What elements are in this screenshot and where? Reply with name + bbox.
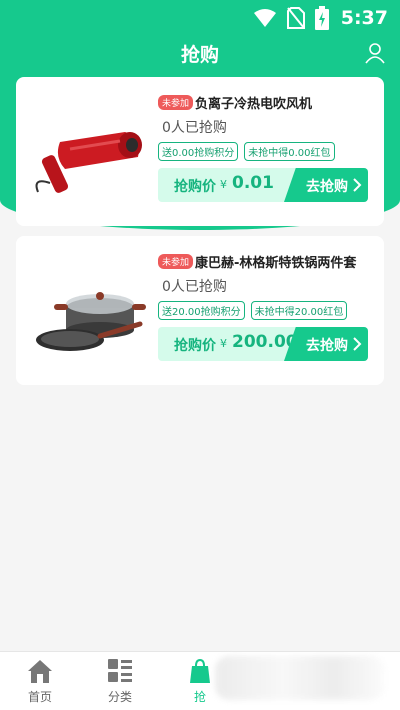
product-card[interactable]: 未参加 负离子冷热电吹风机 0人已抢购 送0.00抢购积分 未抢中得0.00红包… (16, 77, 384, 226)
status-badge: 未参加 (158, 254, 194, 269)
buy-button-label: 去抢购 (306, 338, 348, 354)
points-tag: 送20.00抢购积分 (158, 301, 245, 320)
buy-button-label: 去抢购 (306, 179, 348, 195)
tab-category[interactable]: 分类 (80, 652, 160, 710)
flash-sale-icon (190, 658, 210, 683)
wifi-icon (253, 9, 276, 27)
tab-home[interactable]: 首页 (0, 652, 80, 710)
currency-symbol: ¥ (220, 178, 227, 191)
hair-dryer-image (35, 132, 142, 193)
price-value: 200.00 (232, 332, 298, 352)
home-icon (28, 660, 52, 683)
cookware-set-image (36, 292, 146, 351)
buy-button[interactable]: 去抢购 (284, 168, 368, 202)
no-sim-icon (286, 7, 305, 29)
purchase-count: 0人已抢购 (162, 279, 227, 295)
status-badge: 未参加 (158, 95, 194, 110)
status-time: 5:37 (340, 7, 388, 29)
status-bar: 5:37 (0, 0, 400, 36)
page-title: 抢购 (180, 44, 219, 66)
chevron-right-icon (353, 178, 362, 192)
buy-button[interactable]: 去抢购 (284, 327, 368, 361)
price-bar: 抢购价 ¥ 0.01 去抢购 (158, 168, 368, 202)
product-name: 负离子冷热电吹风机 (195, 97, 313, 112)
tab-category-label: 分类 (107, 690, 132, 704)
price-label: 抢购价 (174, 338, 216, 354)
blurred-region (215, 656, 385, 700)
tab-home-label: 首页 (27, 690, 52, 704)
price-label: 抢购价 (174, 179, 216, 195)
purchase-count: 0人已抢购 (162, 120, 227, 136)
price-value: 0.01 (232, 173, 274, 193)
category-icon (108, 659, 132, 682)
battery-charging-icon (314, 6, 329, 30)
price-bar: 抢购价 ¥ 200.00 去抢购 (158, 327, 368, 361)
points-tag: 送0.00抢购积分 (158, 142, 239, 161)
currency-symbol: ¥ (220, 337, 227, 350)
red-packet-tag: 未抢中得20.00红包 (250, 301, 348, 320)
chevron-right-icon (353, 337, 362, 351)
product-card[interactable]: 未参加 康巴赫-林格斯特铁锅两件套 0人已抢购 送20.00抢购积分 未抢中得2… (16, 236, 384, 385)
user-icon[interactable] (364, 42, 386, 64)
product-name: 康巴赫-林格斯特铁锅两件套 (195, 256, 357, 271)
red-packet-tag: 未抢中得0.00红包 (244, 142, 335, 161)
